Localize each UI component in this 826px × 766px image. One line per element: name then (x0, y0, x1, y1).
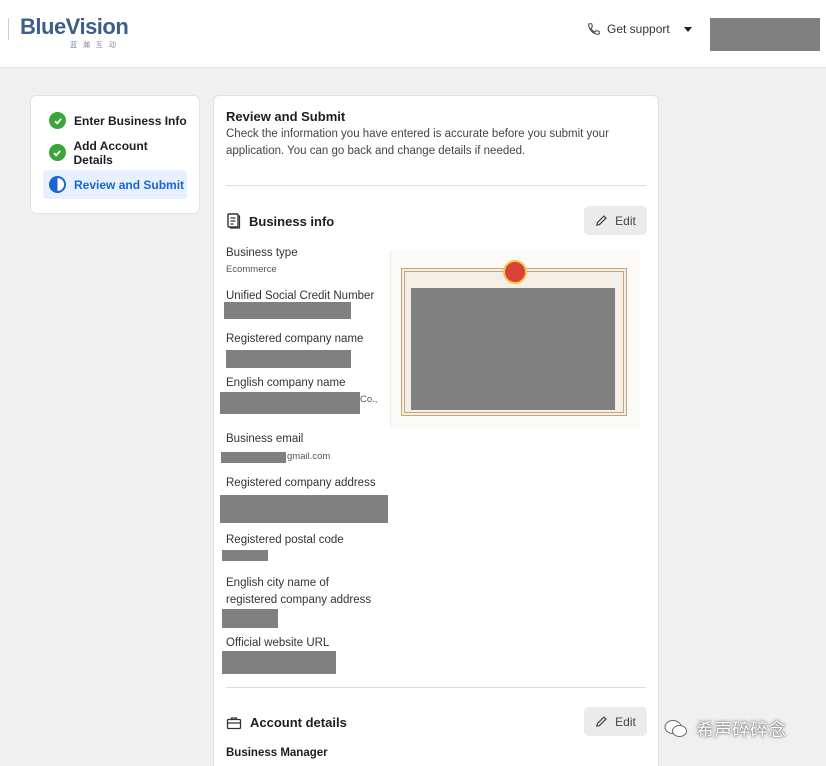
document-icon (227, 213, 241, 229)
step-add-account-details[interactable]: Add Account Details (43, 138, 187, 167)
english-name-redacted (220, 392, 360, 414)
step-label: Enter Business Info (74, 113, 187, 128)
logo: BlueVision 蓝 瀚 互 动 (20, 14, 129, 49)
business-email-redacted (221, 452, 286, 463)
account-details-heading: Account details (226, 715, 347, 730)
get-support-menu[interactable]: Get support (587, 22, 692, 36)
watermark-text: 希声碎碎念 (696, 720, 786, 741)
registered-name-label: Registered company name (226, 333, 364, 345)
wechat-icon (664, 720, 687, 737)
english-name-suffix: Co., (360, 394, 378, 405)
city-label-line1: English city name of (226, 577, 329, 589)
check-circle-icon (49, 112, 66, 129)
logo-text: BlueVision (20, 14, 129, 39)
logo-subtitle: 蓝 瀚 互 动 (70, 42, 118, 49)
top-bar: BlueVision 蓝 瀚 互 动 Get support (0, 0, 826, 68)
website-label: Official website URL (226, 637, 330, 649)
business-manager-label: Business Manager (226, 747, 328, 759)
review-card: Review and Submit Check the information … (213, 95, 659, 766)
half-circle-icon (49, 176, 66, 193)
emblem-icon (503, 260, 527, 284)
step-enter-business-info[interactable]: Enter Business Info (43, 106, 187, 135)
business-type-label: Business type (226, 247, 298, 259)
edit-business-info-button[interactable]: Edit (584, 206, 647, 235)
divider (226, 185, 646, 186)
pencil-icon (596, 716, 607, 727)
step-label: Review and Submit (74, 177, 185, 192)
caret-down-icon (683, 26, 692, 32)
english-name-label: English company name (226, 377, 346, 389)
business-info-heading: Business info (226, 213, 334, 229)
website-redacted (222, 651, 336, 674)
phone-icon (588, 23, 600, 35)
city-label-line2: registered company address (226, 594, 372, 606)
account-redacted[interactable] (710, 18, 820, 51)
page-title: Review and Submit (226, 109, 346, 124)
divider (226, 687, 646, 688)
watermark: 希声碎碎念 (664, 716, 786, 742)
section-title: Account details (250, 715, 347, 730)
uscn-value-redacted (224, 302, 351, 319)
business-license-image[interactable] (390, 250, 640, 428)
business-email-suffix: gmail.com (287, 451, 331, 462)
step-label: Add Account Details (73, 138, 148, 167)
business-type-value: Ecommerce (226, 264, 277, 275)
progress-steps: Enter Business Info Add Account Details … (30, 95, 200, 214)
page-description: Check the information you have entered i… (226, 128, 609, 157)
address-redacted (220, 495, 388, 523)
edit-label: Edit (615, 714, 636, 729)
postal-code-label: Registered postal code (226, 534, 344, 546)
city-redacted (222, 609, 278, 628)
get-support-label: Get support (607, 22, 670, 36)
logo-divider (8, 18, 9, 40)
postal-code-redacted (222, 550, 268, 561)
pencil-icon (596, 215, 607, 226)
uscn-label: Unified Social Credit Number (226, 290, 375, 302)
registered-name-redacted (226, 350, 351, 368)
certificate-redacted (411, 288, 615, 410)
edit-label: Edit (615, 213, 636, 228)
business-email-label: Business email (226, 433, 304, 445)
check-circle-icon (49, 144, 66, 161)
address-label: Registered company address (226, 477, 376, 489)
section-title: Business info (249, 213, 335, 229)
step-review-and-submit[interactable]: Review and Submit (43, 170, 187, 199)
briefcase-icon (226, 716, 242, 729)
edit-account-details-button[interactable]: Edit (584, 707, 647, 736)
